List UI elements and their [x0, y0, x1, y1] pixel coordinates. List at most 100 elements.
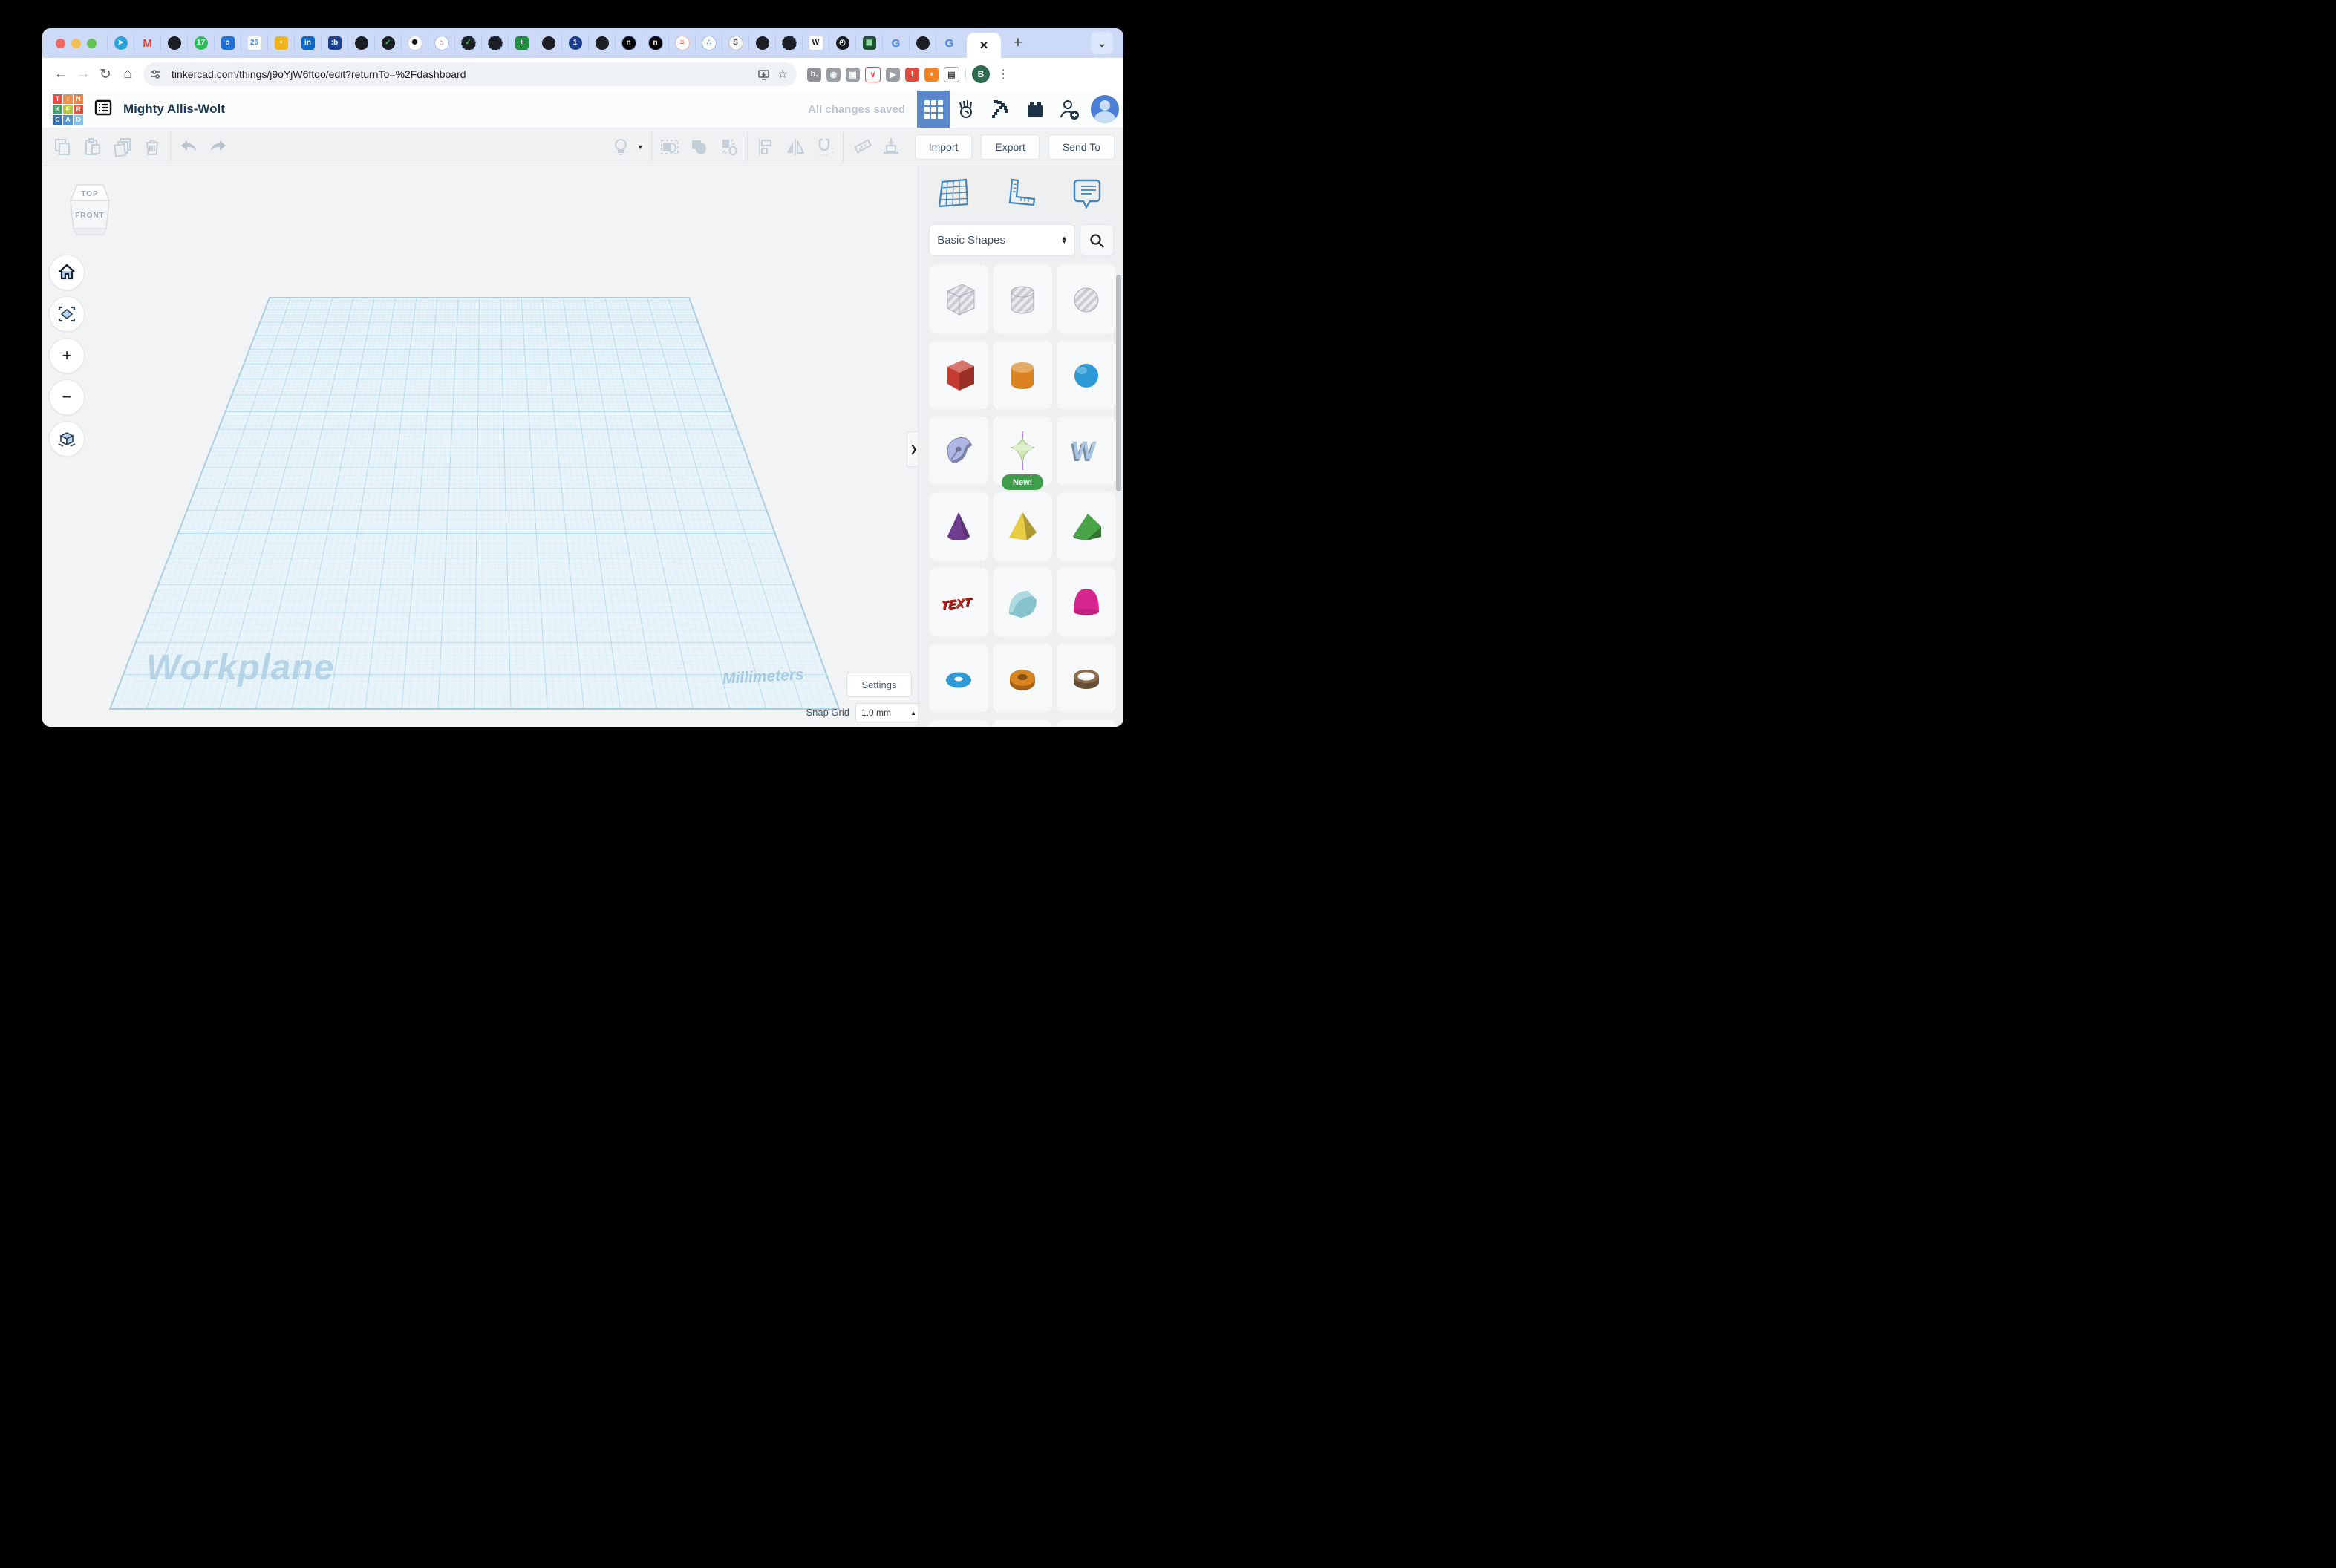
tab-favicon-notion-n[interactable]: n: [642, 35, 668, 51]
notes-tool-icon[interactable]: [1069, 174, 1106, 212]
extension-pocket-icon[interactable]: ∨: [865, 67, 881, 82]
extension-video-speed-icon[interactable]: ▶: [886, 68, 900, 82]
dashboard-grid-button[interactable]: [917, 91, 950, 128]
window-controls[interactable]: [56, 39, 97, 48]
viewport-3d[interactable]: Workplane Millimeters TOP FRONT + −: [42, 166, 918, 727]
tinkercad-logo[interactable]: TINKERCAD: [53, 94, 83, 125]
shape-sphere-hole[interactable]: [1057, 265, 1116, 333]
view-cube[interactable]: TOP FRONT: [67, 183, 113, 247]
new-tab-button[interactable]: +: [1005, 30, 1031, 56]
reload-icon[interactable]: ↻: [94, 63, 117, 85]
shape-cone[interactable]: [929, 492, 988, 561]
tab-favicon-clock-dark[interactable]: ◴: [829, 35, 855, 51]
back-icon[interactable]: ←: [50, 63, 72, 85]
tab-favicon-gray-s[interactable]: S: [722, 35, 748, 51]
zoom-window-button[interactable]: [87, 39, 97, 48]
tab-favicon-google[interactable]: G: [936, 35, 962, 51]
tab-favicon-sheets-plus[interactable]: +: [508, 35, 535, 51]
workplane-grid[interactable]: [42, 166, 918, 727]
close-tab-icon[interactable]: ✕: [979, 39, 989, 52]
shape-tube[interactable]: [1057, 644, 1116, 712]
tab-favicon-google[interactable]: G: [882, 35, 909, 51]
import-button[interactable]: Import: [915, 134, 973, 160]
shape-squiggle[interactable]: WW: [1057, 416, 1116, 485]
panel-scrollbar[interactable]: [1116, 275, 1121, 491]
paste-icon[interactable]: [78, 134, 108, 160]
extension-camera-icon[interactable]: ◉: [826, 68, 841, 82]
browser-profile-avatar[interactable]: B: [972, 65, 990, 83]
shape-pyramid[interactable]: [993, 492, 1052, 561]
bulb-dropdown-icon[interactable]: ▼: [637, 143, 644, 151]
tab-favicon-messages-17[interactable]: 17: [187, 35, 214, 51]
shape-text[interactable]: TEXTTEXT: [929, 568, 988, 636]
redo-icon[interactable]: [203, 134, 233, 160]
extension-chrome-frames-icon[interactable]: ▣: [846, 68, 860, 82]
view-home-button[interactable]: [49, 255, 85, 290]
tab-favicon-github[interactable]: [535, 35, 561, 51]
account-avatar[interactable]: [1091, 95, 1119, 123]
home-icon[interactable]: ⌂: [117, 63, 139, 85]
browser-menu-icon[interactable]: ⋮: [997, 67, 1009, 82]
ungroup-icon[interactable]: [714, 134, 744, 160]
extension-adblock-icon[interactable]: !: [905, 68, 919, 82]
tab-favicon-github[interactable]: [348, 35, 374, 51]
minimize-window-button[interactable]: [71, 39, 81, 48]
zoom-in-button[interactable]: +: [49, 338, 85, 373]
panel-collapse-button[interactable]: ❯: [907, 431, 918, 467]
workplane-tool-icon[interactable]: [935, 174, 972, 212]
fit-view-button[interactable]: [49, 296, 85, 332]
duplicate-icon[interactable]: [108, 134, 137, 160]
copy-icon[interactable]: [48, 134, 78, 160]
shape-torus[interactable]: [929, 644, 988, 712]
invite-person-icon[interactable]: [1052, 91, 1086, 128]
tab-favicon-github-check[interactable]: ✓: [454, 35, 481, 51]
tab-favicon-outlook[interactable]: o: [214, 35, 241, 51]
tab-favicon-github[interactable]: [748, 35, 775, 51]
lego-brick-icon[interactable]: [1018, 91, 1052, 128]
tab-favicon-github-check[interactable]: ✓: [374, 35, 401, 51]
undo-icon[interactable]: [174, 134, 203, 160]
url-text[interactable]: tinkercad.com/things/j9oYjW6ftqo/edit?re…: [172, 68, 754, 80]
export-button[interactable]: Export: [981, 134, 1039, 160]
tab-favicon-bsky-b[interactable]: :b: [321, 35, 348, 51]
shape-half-cylinder[interactable]: [993, 568, 1052, 636]
tab-favicon-github[interactable]: [909, 35, 936, 51]
design-menu-icon[interactable]: [94, 98, 113, 121]
tab-favicon-github[interactable]: [775, 35, 802, 51]
site-settings-icon[interactable]: [146, 65, 166, 84]
ruler-helper-icon[interactable]: [1002, 174, 1039, 212]
tab-favicon-telegram[interactable]: ➤: [107, 35, 134, 51]
tab-favicon-gmail[interactable]: M: [134, 35, 160, 51]
shape-cylinder[interactable]: [993, 341, 1052, 409]
perspective-toggle-button[interactable]: [49, 421, 85, 457]
tab-search-chevron-icon[interactable]: ⌄: [1091, 32, 1113, 54]
show-all-bulb-icon[interactable]: [606, 134, 636, 160]
extension-megaphone-icon[interactable]: ◖: [924, 68, 939, 82]
snap-magnet-icon[interactable]: [810, 134, 840, 160]
address-bar[interactable]: tinkercad.com/things/j9oYjW6ftqo/edit?re…: [143, 62, 797, 86]
tab-favicon-mosaic[interactable]: ▦: [855, 35, 882, 51]
tab-favicon-red-house[interactable]: ⌂: [428, 35, 454, 51]
send-to-button[interactable]: Send To: [1048, 134, 1115, 160]
tab-favicon-yellow-doc[interactable]: •: [267, 35, 294, 51]
shape-search-button[interactable]: [1080, 224, 1114, 256]
zoom-out-button[interactable]: −: [49, 379, 85, 415]
align-icon[interactable]: [751, 134, 780, 160]
drop-to-workplane-icon[interactable]: [876, 134, 906, 160]
tab-favicon-one-circle[interactable]: 1: [561, 35, 588, 51]
merge-icon[interactable]: [685, 134, 714, 160]
design-title[interactable]: Mighty Allis-Wolt: [123, 102, 225, 117]
tab-favicon-stripes[interactable]: ≡: [668, 35, 695, 51]
shape-torus-thick[interactable]: [993, 644, 1052, 712]
tab-favicon-linkedin[interactable]: in: [294, 35, 321, 51]
tab-favicon-dots[interactable]: ∴: [695, 35, 722, 51]
bookmark-star-icon[interactable]: ☆: [773, 65, 792, 84]
snap-grid-dropdown[interactable]: 1.0 mm▲: [855, 703, 918, 722]
shape-category-dropdown[interactable]: Basic Shapes ▲▼: [929, 224, 1075, 256]
close-window-button[interactable]: [56, 39, 65, 48]
tinker-hand-icon[interactable]: [950, 91, 984, 128]
forward-icon[interactable]: →: [72, 63, 94, 85]
tab-favicon-calendar-26[interactable]: 26: [241, 35, 267, 51]
minecraft-pickaxe-icon[interactable]: [984, 91, 1018, 128]
install-app-icon[interactable]: [754, 65, 773, 84]
